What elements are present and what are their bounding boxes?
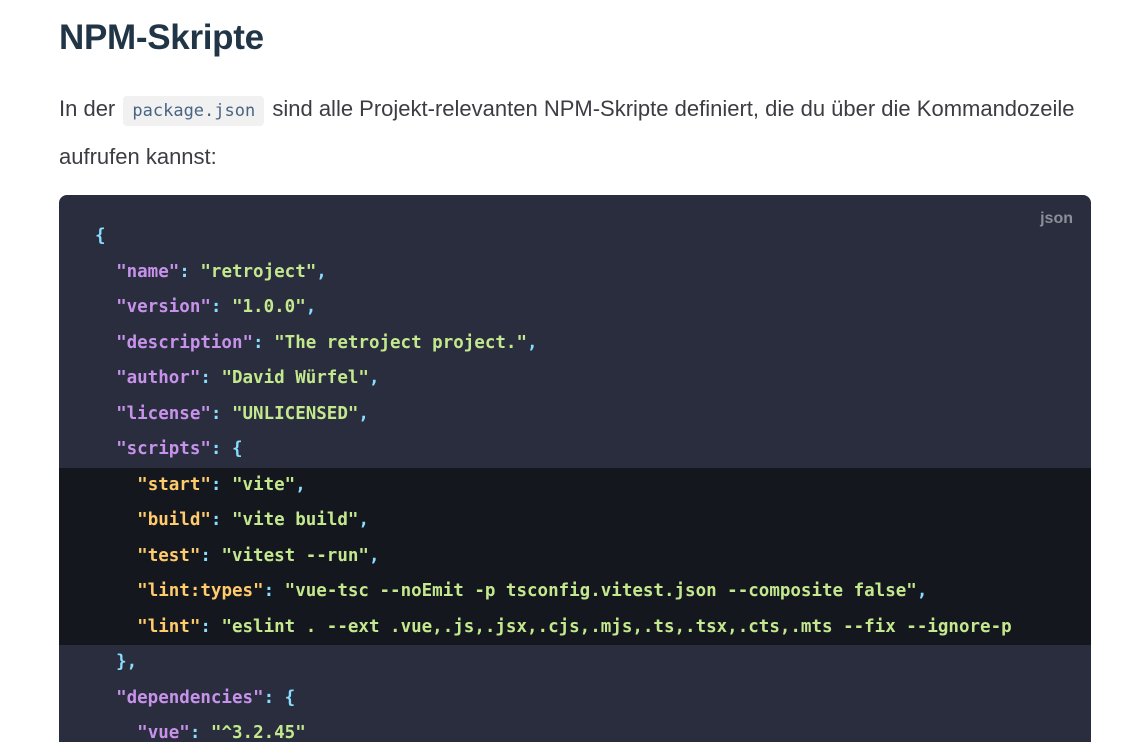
code-json-key: "dependencies" (116, 687, 264, 708)
code-json-string: "David Würfel" (221, 368, 369, 388)
code-punctuation: , (358, 403, 369, 424)
code-json-key: "start" (137, 474, 211, 495)
docs-page: NPM-Skripte In der package.json sind all… (0, 0, 1129, 742)
code-line: "author": "David Würfel", (59, 361, 1091, 397)
code-line-highlighted: "test": "vitest --run", (59, 538, 1091, 574)
code-punctuation: { (231, 439, 243, 459)
code-punctuation: , (916, 581, 928, 601)
code-line-highlighted: "build": "vite build", (59, 503, 1091, 539)
code-punctuation: , (295, 474, 306, 495)
code-punctuation: : (200, 545, 222, 566)
code-punctuation: : (210, 403, 232, 424)
code-punctuation: , (358, 510, 369, 530)
code-line: "vue": "^3.2.45" (59, 716, 1091, 742)
code-json-key: "license" (116, 403, 211, 424)
code-json-string: "1.0.0" (231, 297, 306, 317)
code-lines: { "name": "retroject", "version": "1.0.0… (59, 219, 1091, 742)
code-punctuation: : (189, 723, 211, 742)
code-punctuation: : (263, 581, 285, 601)
code-line: "version": "1.0.0", (59, 290, 1091, 326)
code-punctuation: , (316, 261, 327, 282)
intro-paragraph: In der package.json sind alle Projekt-re… (59, 86, 1099, 179)
code-punctuation: , (527, 332, 538, 353)
code-json-key: "author" (116, 368, 201, 388)
code-json-key: "vue" (137, 723, 190, 742)
code-json-string: "vite build" (232, 510, 359, 530)
code-punctuation: : (253, 332, 275, 353)
code-punctuation: : (263, 687, 285, 708)
code-line: }, (59, 645, 1091, 681)
code-line: { (59, 219, 1091, 255)
code-json-string: "^3.2.45" (210, 723, 306, 742)
code-punctuation: , (305, 297, 317, 317)
code-punctuation: }, (116, 652, 138, 672)
code-line: "name": "retroject", (59, 255, 1091, 291)
code-json-key: "scripts" (116, 439, 211, 459)
code-line: "license": "UNLICENSED", (59, 397, 1091, 433)
code-json-string: "vue-tsc --noEmit -p tsconfig.vitest.jso… (284, 581, 917, 601)
code-line: "scripts": { (59, 432, 1091, 468)
code-json-key: "version" (116, 297, 211, 317)
code-punctuation: , (368, 545, 380, 566)
code-punctuation: : (210, 474, 232, 495)
code-json-string: "vite" (232, 474, 296, 495)
code-punctuation: , (368, 368, 380, 388)
code-line-highlighted: "lint:types": "vue-tsc --noEmit -p tscon… (59, 574, 1091, 610)
code-json-key: "lint:types" (137, 581, 264, 601)
code-json-key: "test" (137, 545, 201, 566)
code-json-key: "name" (116, 261, 180, 282)
section-heading: NPM-Skripte (59, 18, 264, 57)
code-line: "description": "The retroject project.", (59, 326, 1091, 362)
code-punctuation: : (210, 510, 232, 530)
code-punctuation: { (284, 687, 296, 708)
code-json-string: "UNLICENSED" (231, 403, 359, 424)
code-punctuation: : (200, 368, 222, 388)
code-block[interactable]: json { "name": "retroject", "version": "… (59, 195, 1091, 742)
code-json-key: "build" (137, 510, 211, 530)
code-json-string: "eslint . --ext .vue,.js,.jsx,.cjs,.mjs,… (221, 616, 1012, 637)
code-punctuation: : (210, 297, 232, 317)
code-punctuation: : (210, 439, 232, 459)
code-json-key: "lint" (137, 616, 201, 637)
code-json-string: "vitest --run" (221, 545, 369, 566)
code-line-highlighted: "lint": "eslint . --ext .vue,.js,.jsx,.c… (59, 609, 1091, 645)
code-punctuation: : (179, 261, 201, 282)
intro-text-before: In der (59, 96, 116, 121)
code-punctuation: { (95, 226, 106, 246)
inline-code-package-json: package.json (123, 96, 265, 126)
code-json-key: "description" (116, 332, 254, 353)
code-json-string: "The retroject project." (274, 332, 527, 353)
code-json-string: "retroject" (200, 261, 317, 282)
code-punctuation: : (200, 616, 222, 637)
code-line-highlighted: "start": "vite", (59, 467, 1091, 503)
code-line: "dependencies": { (59, 681, 1091, 717)
